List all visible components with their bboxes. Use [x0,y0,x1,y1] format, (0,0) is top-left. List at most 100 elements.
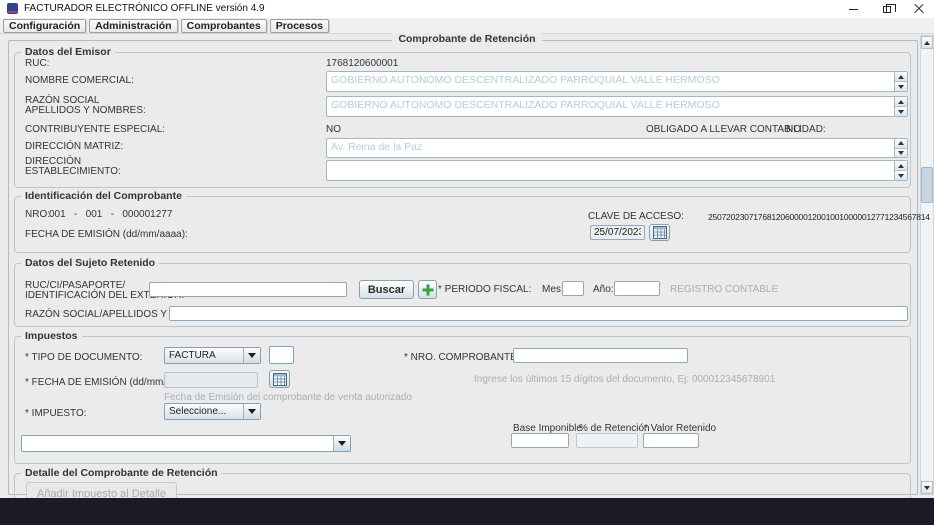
arrow-down-icon [898,174,904,178]
direccion-establecimiento-spinner[interactable] [894,161,907,180]
scrollbar-thumb[interactable] [921,167,933,203]
window-title: FACTURADOR ELECTRÓNICO OFFLINE versión 4… [24,3,265,14]
fecha-emision-label: FECHA DE EMISIÓN (dd/mm/aaaa): [25,229,188,240]
arrow-up-icon [924,41,930,45]
tipo-documento-aux-input[interactable] [269,346,294,364]
razon-social-label: RAZÓN SOCIAL APELLIDOS Y NOMBRES: [25,96,146,116]
group-title: Identificación del Comprobante [21,190,186,202]
nro-comprobante-label: * NRO. COMPROBANTE: [404,352,520,363]
add-sujeto-button[interactable] [418,280,437,299]
spinner-down-button[interactable] [895,171,907,180]
base-imponible-input[interactable] [511,433,569,448]
group-identificacion: Identificación del Comprobante NRO: 001 … [14,196,911,253]
nro-comprobante-input[interactable] [513,348,688,363]
nro-label: NRO: [25,209,50,220]
arrow-down-icon [924,486,930,490]
nro-value: 001 - 001 - 000001277 [49,209,172,220]
close-icon [914,4,924,14]
calendar-icon [273,373,287,386]
minimize-icon [849,9,858,10]
ruc-value: 1768120600001 [326,58,398,69]
clave-acceso-value: 2507202307176812060000120010010000012771… [708,212,930,222]
periodo-fiscal-label: * PERIODO FISCAL: [438,284,531,295]
ruc-label: RUC: [25,58,49,69]
obligado-contabilidad-value: NO [786,124,801,135]
nombre-comercial-label: NOMBRE COMERCIAL: [25,75,134,86]
spinner-down-button[interactable] [895,149,907,158]
chevron-down-icon [243,404,260,419]
contribuyente-especial-label: CONTRIBUYENTE ESPECIAL: [25,124,165,135]
sujeto-razon-social-input[interactable] [169,306,908,321]
close-button[interactable] [904,0,934,18]
razon-social-spinner[interactable] [894,97,907,116]
vertical-scrollbar[interactable] [920,35,934,495]
page-title: Comprobante de Retención [0,33,934,45]
scrollbar-down-button[interactable] [921,481,933,494]
group-title: Detalle del Comprobante de Retención [21,467,222,479]
group-sujeto-retenido: Datos del Sujeto Retenido RUC/CI/PASAPOR… [14,263,911,327]
chevron-down-icon [243,348,260,363]
fecha-emision-doc-input [164,372,258,388]
impuesto-select[interactable]: Seleccione... [164,403,261,420]
spinner-up-button[interactable] [895,97,907,107]
direccion-matriz-spinner[interactable] [894,139,907,157]
direccion-establecimiento-label: DIRECCIÓN ESTABLECIMIENTO: [25,157,121,177]
nro-comprobante-hint: Ingrese los últimos 15 dígitos del docum… [474,374,775,385]
scrollbar-up-button[interactable] [921,36,933,49]
registro-contable-label: REGISTRO CONTABLE [670,284,778,295]
arrow-down-icon [898,85,904,89]
group-title: Impuestos [21,330,82,342]
buscar-button[interactable]: Buscar [359,280,414,299]
minimize-button[interactable] [838,0,868,18]
mes-input[interactable] [562,281,584,296]
fecha-emision-doc-hint: Fecha de Emisión del comprobante de vent… [164,392,412,403]
valor-retenido-input[interactable] [643,433,699,448]
spinner-up-button[interactable] [895,139,907,149]
calendar-icon [653,226,667,239]
title-bar: FACTURADOR ELECTRÓNICO OFFLINE versión 4… [0,0,934,18]
restore-button[interactable] [872,0,902,18]
arrow-up-icon [898,100,904,104]
plus-icon [426,284,429,295]
restore-icon [883,6,891,13]
arrow-down-icon [898,151,904,155]
mes-label: Mes: [542,284,564,295]
tipo-documento-select[interactable]: FACTURA [164,347,261,364]
menu-bar: Configuración Administración Comprobante… [0,18,934,34]
nombre-comercial-field[interactable]: GOBIERNO AUTONOMO DESCENTRALIZADO PARROQ… [326,71,908,92]
menu-procesos[interactable]: Procesos [270,19,329,33]
menu-configuracion[interactable]: Configuración [3,19,86,33]
group-title: Datos del Emisor [21,46,115,58]
direccion-matriz-field[interactable]: Av. Reina de la Paz [326,138,908,158]
menu-administracion[interactable]: Administración [89,19,177,33]
direccion-establecimiento-field[interactable] [326,160,908,181]
spinner-up-button[interactable] [895,72,907,82]
anio-input[interactable] [614,281,660,296]
impuesto-label: * IMPUESTO: [25,408,87,419]
razon-social-field[interactable]: GOBIERNO AUTONOMO DESCENTRALIZADO PARROQ… [326,96,908,117]
nombre-comercial-spinner[interactable] [894,72,907,91]
sujeto-identificacion-input[interactable] [149,282,347,297]
fecha-emision-doc-calendar-button[interactable] [269,370,290,388]
contribuyente-especial-value: NO [326,124,341,135]
fecha-emision-input[interactable] [590,225,645,240]
group-title: Datos del Sujeto Retenido [21,257,159,269]
menu-comprobantes[interactable]: Comprobantes [181,19,267,33]
group-datos-emisor: Datos del Emisor RUC: 1768120600001 NOMB… [14,52,911,188]
chevron-down-icon [333,436,350,451]
spinner-down-button[interactable] [895,107,907,116]
taskbar [0,498,934,525]
anio-label: Año: [593,284,614,295]
arrow-up-icon [898,75,904,79]
clave-acceso-label: CLAVE DE ACCESO: [588,211,684,222]
tipo-documento-label: * TIPO DE DOCUMENTO: [25,352,142,363]
arrow-down-icon [898,110,904,114]
direccion-matriz-label: DIRECCIÓN MATRIZ: [25,141,123,152]
arrow-up-icon [898,141,904,145]
spinner-down-button[interactable] [895,82,907,91]
group-impuestos: Impuestos * TIPO DE DOCUMENTO: FACTURA *… [14,336,911,464]
fecha-emision-calendar-button[interactable] [649,224,670,241]
impuesto-detalle-select[interactable] [21,435,351,452]
spinner-up-button[interactable] [895,161,907,171]
arrow-up-icon [898,164,904,168]
